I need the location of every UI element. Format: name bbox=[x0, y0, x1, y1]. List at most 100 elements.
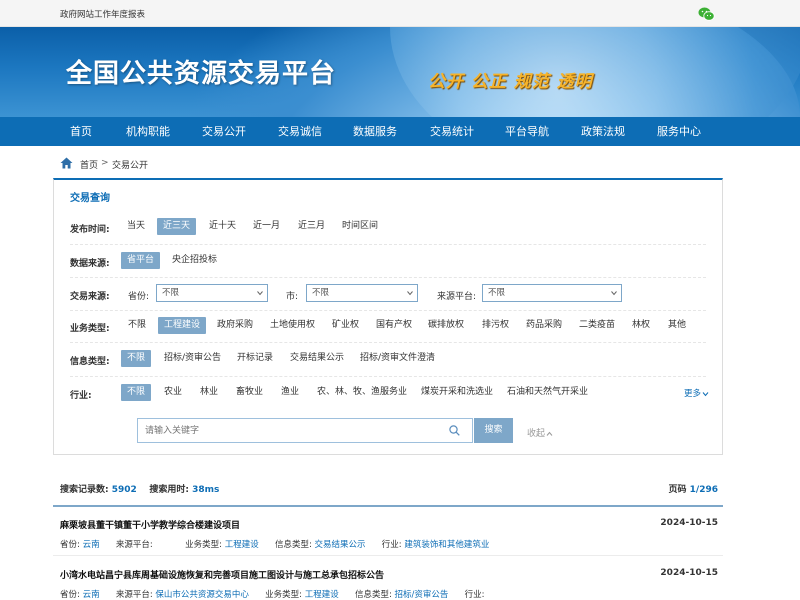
filter-option[interactable]: 近一月 bbox=[253, 218, 280, 235]
filter-label: 数据来源: bbox=[70, 259, 110, 269]
province-select[interactable]: 不限 bbox=[156, 284, 268, 302]
collapse-toggle[interactable]: 收起 bbox=[527, 426, 553, 439]
platform-select-value: 不限 bbox=[488, 288, 506, 298]
query-panel-title: 交易查询 bbox=[70, 193, 110, 204]
filter-option-selected[interactable]: 不限 bbox=[121, 350, 152, 367]
result-date: 2024-10-15 bbox=[660, 518, 718, 528]
filter-option[interactable]: 矿业权 bbox=[332, 317, 359, 334]
results-divider bbox=[53, 505, 723, 507]
meta-key: 信息类型: bbox=[274, 540, 312, 550]
platform-label: 来源平台: bbox=[437, 292, 477, 302]
breadcrumb-current: 交易公开 bbox=[112, 161, 149, 171]
filter-option[interactable]: 农业 bbox=[164, 384, 182, 401]
filter-option[interactable]: 当天 bbox=[127, 218, 145, 235]
meta-key: 行业: bbox=[381, 540, 402, 550]
page-label: 页码 bbox=[668, 485, 687, 495]
nav-item-trade-stats[interactable]: 交易统计 bbox=[430, 117, 474, 146]
filter-option[interactable]: 开标记录 bbox=[237, 350, 273, 367]
nav-item-functions[interactable]: 机构职能 bbox=[126, 117, 170, 146]
filter-row-trade-source: 交易来源: 省份: 不限 市: 不限 来源平台: 不限 bbox=[54, 283, 722, 316]
filter-option[interactable]: 畜牧业 bbox=[236, 384, 263, 401]
filter-option[interactable]: 药品采购 bbox=[526, 317, 562, 334]
meta-info: 招标/资审公告 bbox=[394, 590, 449, 600]
filter-option[interactable]: 农、林、牧、渔服务业 bbox=[317, 384, 407, 401]
search-icon[interactable] bbox=[449, 425, 460, 436]
filter-row-data-source: 数据来源: 省平台 央企招投标 bbox=[54, 251, 722, 284]
city-select-value: 不限 bbox=[312, 288, 330, 298]
nav-item-service[interactable]: 服务中心 bbox=[657, 117, 701, 146]
result-title[interactable]: 麻栗坡县董干镇董干小学教学综合楼建设项目 bbox=[60, 518, 240, 531]
meta-key: 省份: bbox=[60, 590, 80, 600]
search-stats: 搜索记录数: 5902 搜索用时: 38ms 页码 1/296 bbox=[60, 482, 719, 495]
filter-option[interactable]: 碳排放权 bbox=[428, 317, 464, 334]
platform-select[interactable]: 不限 bbox=[482, 284, 622, 302]
search-box bbox=[137, 418, 473, 443]
filter-option-selected[interactable]: 近三天 bbox=[157, 218, 197, 235]
meta-key: 信息类型: bbox=[354, 590, 392, 600]
result-title[interactable]: 小湾水电站昌宁县库周基础设施恢复和完善项目施工图设计与施工总承包招标公告 bbox=[60, 568, 384, 581]
annual-report-link[interactable]: 政府网站工作年度报表 bbox=[60, 8, 145, 20]
breadcrumb-home[interactable]: 首页 bbox=[80, 158, 98, 171]
filter-option[interactable]: 招标/资审公告 bbox=[164, 350, 221, 367]
filter-label: 业务类型: bbox=[70, 324, 110, 334]
divider bbox=[70, 310, 706, 311]
nav-item-policy[interactable]: 政策法规 bbox=[581, 117, 625, 146]
province-select-value: 不限 bbox=[162, 288, 180, 298]
filter-option[interactable]: 煤炭开采和洗选业 bbox=[421, 384, 493, 401]
time-value: 38ms bbox=[192, 485, 220, 495]
records-label: 搜索记录数: bbox=[60, 485, 109, 495]
filter-option[interactable]: 时间区间 bbox=[342, 218, 378, 235]
site-title: 全国公共资源交易平台 bbox=[66, 59, 337, 89]
filter-option[interactable]: 近十天 bbox=[209, 218, 236, 235]
search-button[interactable]: 搜索 bbox=[474, 418, 513, 443]
nav-item-home[interactable]: 首页 bbox=[70, 117, 92, 146]
filter-label: 交易来源: bbox=[70, 292, 110, 302]
filter-option[interactable]: 林权 bbox=[632, 317, 650, 334]
main-nav: 首页 机构职能 交易公开 交易诚信 数据服务 交易统计 平台导航 政策法规 服务… bbox=[0, 117, 800, 146]
filter-option-selected[interactable]: 省平台 bbox=[121, 252, 161, 269]
result-meta: 省份: 云南 来源平台: 保山市公共资源交易中心 业务类型: 工程建设 信息类型… bbox=[60, 588, 484, 600]
top-bar: 政府网站工作年度报表 bbox=[0, 0, 800, 27]
search-input[interactable] bbox=[145, 419, 435, 442]
collapse-label: 收起 bbox=[527, 429, 546, 439]
filter-option[interactable]: 近三月 bbox=[298, 218, 325, 235]
time-label: 搜索用时: bbox=[149, 485, 189, 495]
meta-key: 省份: bbox=[60, 540, 80, 550]
chevron-down-icon bbox=[702, 391, 709, 396]
site-slogan: 公开 公正 规范 透明 bbox=[428, 72, 593, 92]
result-meta: 省份: 云南 来源平台: 业务类型: 工程建设 信息类型: 交易结果公示 行业:… bbox=[60, 538, 489, 550]
province-label: 省份: bbox=[128, 292, 150, 302]
filter-label: 行业: bbox=[70, 391, 92, 401]
chevron-down-icon bbox=[611, 291, 617, 296]
filter-option[interactable]: 石油和天然气开采业 bbox=[507, 384, 588, 401]
filter-option[interactable]: 政府采购 bbox=[217, 317, 253, 334]
nav-item-trade-credit[interactable]: 交易诚信 bbox=[278, 117, 322, 146]
filter-option[interactable]: 排污权 bbox=[482, 317, 509, 334]
filter-option-selected[interactable]: 工程建设 bbox=[158, 317, 207, 334]
filter-option[interactable]: 其他 bbox=[668, 317, 686, 334]
more-toggle[interactable]: 更多 bbox=[684, 387, 709, 399]
filter-option[interactable]: 招标/资审文件澄清 bbox=[360, 350, 435, 367]
page-value: 1/296 bbox=[689, 485, 718, 495]
nav-item-trade-public[interactable]: 交易公开 bbox=[202, 117, 246, 146]
wechat-icon[interactable] bbox=[698, 6, 715, 22]
nav-item-data-service[interactable]: 数据服务 bbox=[353, 117, 397, 146]
filter-option[interactable]: 渔业 bbox=[281, 384, 299, 401]
filter-option[interactable]: 林业 bbox=[200, 384, 218, 401]
filter-option[interactable]: 土地使用权 bbox=[270, 317, 315, 334]
filter-option[interactable]: 央企招投标 bbox=[172, 252, 217, 269]
filter-option[interactable]: 国有产权 bbox=[376, 317, 412, 334]
filter-option[interactable]: 不限 bbox=[128, 317, 146, 334]
filter-option-selected[interactable]: 不限 bbox=[121, 384, 152, 401]
meta-business: 工程建设 bbox=[304, 590, 339, 600]
more-label: 更多 bbox=[684, 389, 702, 399]
filter-option[interactable]: 二类疫苗 bbox=[579, 317, 615, 334]
meta-industry: 建筑装饰和其他建筑业 bbox=[404, 540, 490, 550]
filter-row-publish-time: 发布时间: 当天 近三天 近十天 近一月 近三月 时间区间 bbox=[54, 217, 722, 250]
meta-source: 保山市公共资源交易中心 bbox=[155, 590, 249, 600]
city-select[interactable]: 不限 bbox=[306, 284, 418, 302]
filter-option[interactable]: 交易结果公示 bbox=[290, 350, 344, 367]
nav-item-platform-nav[interactable]: 平台导航 bbox=[505, 117, 549, 146]
divider bbox=[53, 555, 723, 556]
page-indicator: 页码 1/296 bbox=[669, 482, 719, 495]
